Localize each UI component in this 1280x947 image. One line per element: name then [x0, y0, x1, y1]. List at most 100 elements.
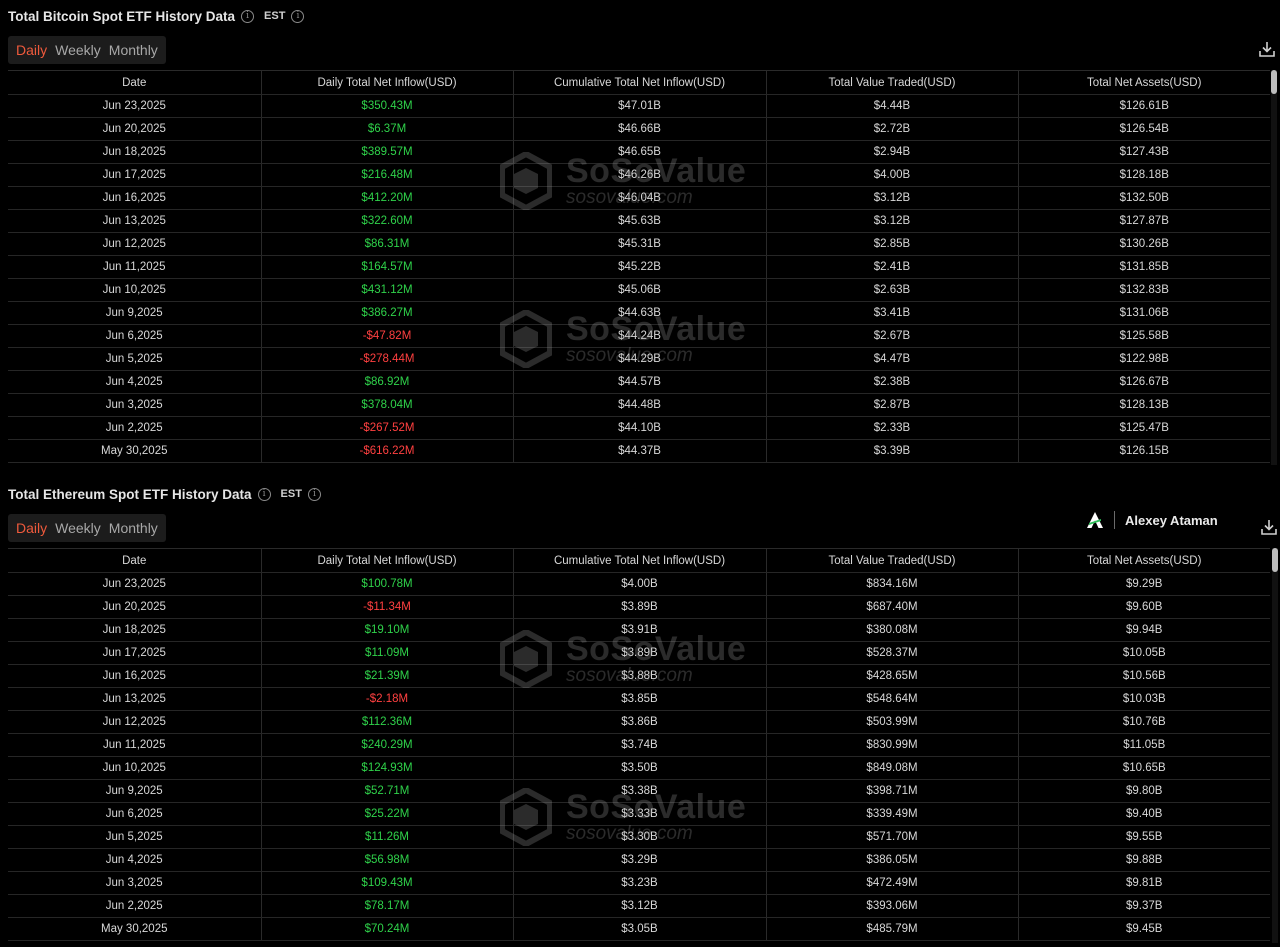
daily-inflow-cell: $25.22M [261, 802, 514, 826]
date-cell: Jun 9,2025 [8, 779, 262, 803]
cumulative-inflow-cell: $44.48B [513, 393, 767, 417]
table-row: Jun 13,2025 -$2.18M $3.85B $548.64M $10.03B [8, 687, 1270, 711]
cumulative-inflow-cell: $3.05B [513, 917, 767, 941]
info-icon[interactable]: i [291, 9, 305, 23]
btc-timezone: EST [264, 10, 286, 22]
table-row: Jun 6,2025 $25.22M $3.33B $339.49M $9.40B [8, 802, 1270, 826]
header-daily-inflow: Daily Total Net Inflow(USD) [261, 548, 514, 573]
info-icon[interactable]: i [257, 487, 271, 501]
btc-section: Total Bitcoin Spot ETF History Data i ES… [0, 0, 1280, 470]
daily-inflow-cell: $240.29M [261, 733, 514, 757]
tab-weekly[interactable]: Weekly [51, 514, 105, 542]
daily-inflow-cell: $350.43M [261, 94, 514, 118]
tab-monthly[interactable]: Monthly [105, 36, 162, 64]
date-cell: May 30,2025 [8, 917, 262, 941]
cumulative-inflow-cell: $46.65B [513, 140, 767, 164]
btc-table: Date Daily Total Net Inflow(USD) Cumulativ… [8, 70, 1270, 463]
tab-monthly[interactable]: Monthly [105, 514, 162, 542]
header-value-traded: Total Value Traded(USD) [766, 548, 1019, 573]
eth-scroll-thumb[interactable] [1272, 548, 1278, 572]
header-date: Date [8, 548, 262, 573]
date-cell: Jun 11,2025 [8, 255, 262, 279]
header-cumulative-inflow: Cumulative Total Net Inflow(USD) [513, 70, 767, 95]
header-daily-inflow: Daily Total Net Inflow(USD) [261, 70, 514, 95]
date-cell: Jun 11,2025 [8, 733, 262, 757]
net-assets-cell: $9.81B [1018, 871, 1270, 895]
tab-weekly[interactable]: Weekly [51, 36, 105, 64]
brand-separator [1114, 511, 1115, 529]
table-row: Jun 23,2025 $350.43M $47.01B $4.44B $126.61B [8, 94, 1270, 118]
cumulative-inflow-cell: $3.50B [513, 756, 767, 780]
cumulative-inflow-cell: $44.37B [513, 439, 767, 463]
eth-section: Total Ethereum Spot ETF History Data i E… [0, 478, 1280, 947]
daily-inflow-cell: $431.12M [261, 278, 514, 302]
net-assets-cell: $9.37B [1018, 894, 1270, 918]
download-icon[interactable] [1258, 40, 1276, 58]
cumulative-inflow-cell: $3.23B [513, 871, 767, 895]
date-cell: Jun 13,2025 [8, 687, 262, 711]
value-traded-cell: $3.12B [766, 209, 1019, 233]
table-row: Jun 6,2025 -$47.82M $44.24B $2.67B $125.58B [8, 324, 1270, 348]
net-assets-cell: $9.88B [1018, 848, 1270, 872]
btc-scroll-thumb[interactable] [1271, 70, 1277, 94]
net-assets-cell: $127.43B [1018, 140, 1270, 164]
cumulative-inflow-cell: $3.38B [513, 779, 767, 803]
value-traded-cell: $4.00B [766, 163, 1019, 187]
cumulative-inflow-cell: $3.89B [513, 641, 767, 665]
daily-inflow-cell: $216.48M [261, 163, 514, 187]
tab-daily[interactable]: Daily [12, 514, 51, 542]
cumulative-inflow-cell: $46.04B [513, 186, 767, 210]
cumulative-inflow-cell: $3.89B [513, 595, 767, 619]
eth-scrollbar[interactable] [1272, 548, 1278, 943]
btc-title-row: Total Bitcoin Spot ETF History Data i ES… [8, 6, 305, 26]
header-date: Date [8, 70, 262, 95]
table-row: Jun 2,2025 -$267.52M $44.10B $2.33B $125.47B [8, 416, 1270, 440]
table-row: Jun 4,2025 $56.98M $3.29B $386.05M $9.88B [8, 848, 1270, 872]
cumulative-inflow-cell: $44.29B [513, 347, 767, 371]
net-assets-cell: $9.40B [1018, 802, 1270, 826]
download-icon[interactable] [1260, 518, 1278, 536]
cumulative-inflow-cell: $45.31B [513, 232, 767, 256]
table-row: Jun 9,2025 $386.27M $44.63B $3.41B $131.06B [8, 301, 1270, 325]
info-icon[interactable]: i [307, 487, 321, 501]
table-row: Jun 16,2025 $412.20M $46.04B $3.12B $132.50B [8, 186, 1270, 210]
net-assets-cell: $127.87B [1018, 209, 1270, 233]
daily-inflow-cell: $100.78M [261, 572, 514, 596]
table-row: Jun 5,2025 $11.26M $3.30B $571.70M $9.55B [8, 825, 1270, 849]
table-row: Jun 10,2025 $431.12M $45.06B $2.63B $132.83B [8, 278, 1270, 302]
table-row: Jun 12,2025 $112.36M $3.86B $503.99M $10.76B [8, 710, 1270, 734]
value-traded-cell: $428.65M [766, 664, 1019, 688]
net-assets-cell: $9.60B [1018, 595, 1270, 619]
net-assets-cell: $125.58B [1018, 324, 1270, 348]
daily-inflow-cell: $86.92M [261, 370, 514, 394]
cumulative-inflow-cell: $44.63B [513, 301, 767, 325]
btc-scrollbar[interactable] [1271, 70, 1277, 465]
daily-inflow-cell: $78.17M [261, 894, 514, 918]
date-cell: Jun 12,2025 [8, 710, 262, 734]
net-assets-cell: $132.50B [1018, 186, 1270, 210]
value-traded-cell: $571.70M [766, 825, 1019, 849]
date-cell: Jun 13,2025 [8, 209, 262, 233]
date-cell: Jun 4,2025 [8, 848, 262, 872]
value-traded-cell: $393.06M [766, 894, 1019, 918]
value-traded-cell: $3.39B [766, 439, 1019, 463]
cumulative-inflow-cell: $3.33B [513, 802, 767, 826]
date-cell: Jun 9,2025 [8, 301, 262, 325]
table-row: Jun 4,2025 $86.92M $44.57B $2.38B $126.67B [8, 370, 1270, 394]
date-cell: Jun 20,2025 [8, 117, 262, 141]
table-header-row: Date Daily Total Net Inflow(USD) Cumulativ… [8, 70, 1270, 95]
header-net-assets: Total Net Assets(USD) [1018, 548, 1270, 573]
btc-period-tabs: Daily Weekly Monthly [8, 36, 166, 64]
cumulative-inflow-cell: $3.88B [513, 664, 767, 688]
table-row: Jun 17,2025 $11.09M $3.89B $528.37M $10.05B [8, 641, 1270, 665]
date-cell: Jun 16,2025 [8, 186, 262, 210]
daily-inflow-cell: -$2.18M [261, 687, 514, 711]
table-row: Jun 20,2025 -$11.34M $3.89B $687.40M $9.60B [8, 595, 1270, 619]
net-assets-cell: $126.61B [1018, 94, 1270, 118]
value-traded-cell: $398.71M [766, 779, 1019, 803]
tab-daily[interactable]: Daily [12, 36, 51, 64]
info-icon[interactable]: i [241, 9, 255, 23]
value-traded-cell: $2.72B [766, 117, 1019, 141]
cumulative-inflow-cell: $44.24B [513, 324, 767, 348]
header-net-assets: Total Net Assets(USD) [1018, 70, 1270, 95]
